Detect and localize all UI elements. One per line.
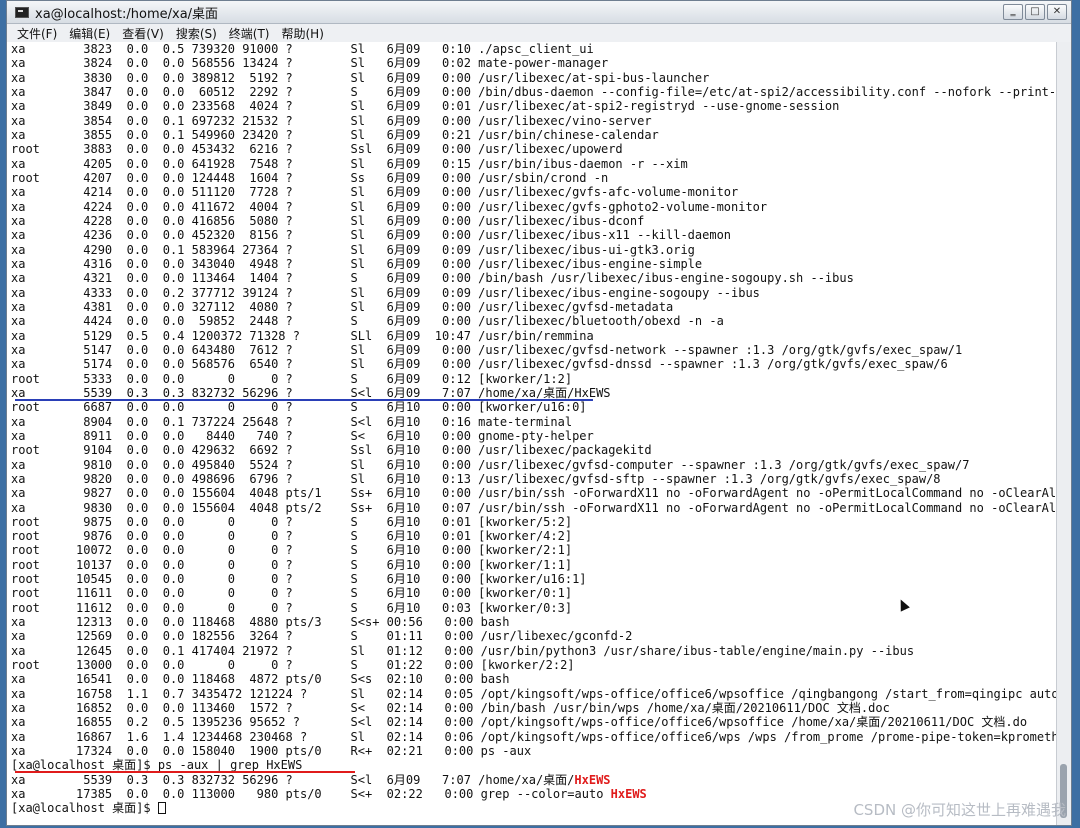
terminal-window: xa@localhost:/home/xa/桌面 ‗ □ ✕ 文件(F) 编辑(… (6, 0, 1072, 826)
title-bar[interactable]: xa@localhost:/home/xa/桌面 ‗ □ ✕ (7, 1, 1071, 24)
terminal-line: xa 16758 1.1 0.7 3435472 121224 ? Sl 02:… (11, 686, 1057, 701)
terminal-line: xa 4228 0.0 0.0 416856 5080 ? Sl 6月09 0:… (11, 213, 645, 228)
grep-result-text: xa 17385 0.0 0.0 113000 980 pts/0 S<+ 02… (11, 787, 611, 802)
menu-file[interactable]: 文件(F) (11, 25, 63, 42)
terminal-line: xa 9827 0.0 0.0 155604 4048 pts/1 Ss+ 6月… (11, 486, 1057, 501)
menu-edit[interactable]: 编辑(E) (63, 25, 116, 42)
terminal-line: xa 4205 0.0 0.0 641928 7548 ? Sl 6月09 0:… (11, 156, 688, 171)
terminal-line: xa 4381 0.0 0.0 327112 4080 ? Sl 6月09 0:… (11, 299, 674, 314)
terminal-line: root 13000 0.0 0.0 0 0 ? S 01:22 0:00 [k… (11, 658, 575, 673)
terminal-line: xa 4214 0.0 0.0 511120 7728 ? Sl 6月09 0:… (11, 185, 739, 200)
grep-result-line: xa 5539 0.3 0.3 832732 56296 ? S<l 6月09 … (11, 773, 1057, 787)
window-title: xa@localhost:/home/xa/桌面 (35, 6, 219, 22)
terminal-line: root 4207 0.0 0.0 124448 1604 ? Ss 6月09 … (11, 170, 609, 185)
terminal-line: xa 16541 0.0 0.0 118468 4872 pts/0 S<s 0… (11, 672, 510, 687)
terminal-line: xa 4321 0.0 0.0 113464 1404 ? S 6月09 0:0… (11, 271, 854, 286)
menu-terminal[interactable]: 终端(T) (223, 25, 276, 42)
text-cursor (157, 802, 166, 815)
terminal-app-icon (15, 6, 29, 18)
window-controls: ‗ □ ✕ (1003, 4, 1067, 20)
terminal-line: root 10137 0.0 0.0 0 0 ? S 6月10 0:00 [kw… (11, 557, 573, 572)
terminal-line: root 9104 0.0 0.0 429632 6692 ? Ssl 6月10… (11, 443, 652, 458)
terminal-line: root 3883 0.0 0.0 453432 6216 ? Ssl 6月09… (11, 142, 623, 157)
terminal-line: xa 4424 0.0 0.0 59852 2448 ? S 6月09 0:00… (11, 314, 724, 329)
terminal-line: xa 12645 0.0 0.1 417404 21972 ? Sl 01:12… (11, 643, 915, 658)
terminal-line: xa 3847 0.0 0.0 60512 2292 ? S 6月09 0:00… (11, 84, 1057, 99)
red-annotation-underline (15, 771, 355, 773)
maximize-button[interactable]: □ (1025, 4, 1045, 20)
terminal-line: root 10545 0.0 0.0 0 0 ? S 6月10 0:00 [kw… (11, 572, 587, 587)
terminal-lines: xa 3823 0.0 0.5 739320 91000 ? Sl 6月09 0… (7, 42, 1057, 816)
menu-help[interactable]: 帮助(H) (276, 25, 330, 42)
terminal-line: xa 9810 0.0 0.0 495840 5524 ? Sl 6月10 0:… (11, 457, 970, 472)
menu-view[interactable]: 查看(V) (116, 25, 170, 42)
terminal-line: xa 17324 0.0 0.0 158040 1900 pts/0 R<+ 0… (11, 744, 532, 759)
menu-bar: 文件(F) 编辑(E) 查看(V) 搜索(S) 终端(T) 帮助(H) (7, 24, 1071, 43)
terminal-line: xa 3830 0.0 0.0 389812 5192 ? Sl 6月09 0:… (11, 70, 710, 85)
terminal-line: xa 4316 0.0 0.0 343040 4948 ? Sl 6月09 0:… (11, 256, 703, 271)
terminal-line: xa 16855 0.2 0.5 1395236 95652 ? S<l 02:… (11, 715, 1028, 730)
terminal-line: xa 3855 0.0 0.1 549960 23420 ? Sl 6月09 0… (11, 127, 659, 142)
menu-search[interactable]: 搜索(S) (170, 25, 223, 42)
grep-result-text: xa 5539 0.3 0.3 832732 56296 ? S<l 6月09 … (11, 772, 575, 787)
blue-annotation-underline (15, 399, 593, 401)
terminal-line: xa 16867 1.6 1.4 1234468 230468 ? Sl 02:… (11, 729, 1057, 744)
minimize-button[interactable]: ‗ (1003, 4, 1023, 20)
terminal-line: xa 8904 0.0 0.1 737224 25648 ? S<l 6月10 … (11, 414, 573, 429)
terminal-line: xa 5129 0.5 0.4 1200372 71328 ? SLl 6月09… (11, 328, 594, 343)
terminal-output[interactable]: xa 3823 0.0 0.5 739320 91000 ? Sl 6月09 0… (7, 42, 1057, 825)
terminal-line: root 6687 0.0 0.0 0 0 ? S 6月10 0:00 [kwo… (11, 400, 587, 415)
terminal-line: root 9876 0.0 0.0 0 0 ? S 6月10 0:01 [kwo… (11, 529, 573, 544)
terminal-line: xa 4224 0.0 0.0 411672 4004 ? Sl 6月09 0:… (11, 199, 768, 214)
terminal-line: xa 9830 0.0 0.0 155604 4048 pts/2 Ss+ 6月… (11, 500, 1057, 515)
terminal-line: root 5333 0.0 0.0 0 0 ? S 6月09 0:12 [kwo… (11, 371, 573, 386)
terminal-line: xa 4290 0.0 0.1 583964 27364 ? Sl 6月09 0… (11, 242, 695, 257)
terminal-line: xa 9820 0.0 0.0 498696 6796 ? Sl 6月10 0:… (11, 471, 941, 486)
terminal-line: xa 3823 0.0 0.5 739320 91000 ? Sl 6月09 0… (11, 42, 594, 56)
terminal-line: xa 3824 0.0 0.0 568556 13424 ? Sl 6月09 0… (11, 56, 609, 71)
terminal-line: root 10072 0.0 0.0 0 0 ? S 6月10 0:00 [kw… (11, 543, 573, 558)
grep-match-highlight: HxEWS (610, 787, 647, 802)
terminal-line: xa 3854 0.0 0.1 697232 21532 ? Sl 6月09 0… (11, 113, 652, 128)
terminal-line: xa 5174 0.0 0.0 568576 6540 ? Sl 6月09 0:… (11, 357, 948, 372)
terminal-line: xa 5147 0.0 0.0 643480 7612 ? Sl 6月09 0:… (11, 342, 963, 357)
terminal-line: xa 4333 0.0 0.2 377712 39124 ? Sl 6月09 0… (11, 285, 760, 300)
terminal-line: xa 3849 0.0 0.0 233568 4024 ? Sl 6月09 0:… (11, 99, 840, 114)
csdn-watermark: CSDN @你可知这世上再难遇我 (853, 801, 1066, 819)
terminal-line: xa 4236 0.0 0.0 452320 8156 ? Sl 6月09 0:… (11, 228, 732, 243)
terminal-line: xa 12313 0.0 0.0 118468 4880 pts/3 S<s+ … (11, 615, 510, 630)
terminal-line: root 9875 0.0 0.0 0 0 ? S 6月10 0:01 [kwo… (11, 514, 573, 529)
close-button[interactable]: ✕ (1047, 4, 1067, 20)
terminal-line: xa 16852 0.0 0.0 113460 1572 ? S< 02:14 … (11, 701, 890, 716)
terminal-line: xa 12569 0.0 0.0 182556 3264 ? S 01:11 0… (11, 629, 633, 644)
shell-prompt: [xa@localhost 桌面]$ (11, 801, 158, 816)
grep-match-highlight: HxEWS (574, 772, 611, 787)
vertical-scrollbar[interactable] (1056, 42, 1071, 825)
terminal-line: xa 8911 0.0 0.0 8440 740 ? S< 6月10 0:00 … (11, 428, 594, 443)
